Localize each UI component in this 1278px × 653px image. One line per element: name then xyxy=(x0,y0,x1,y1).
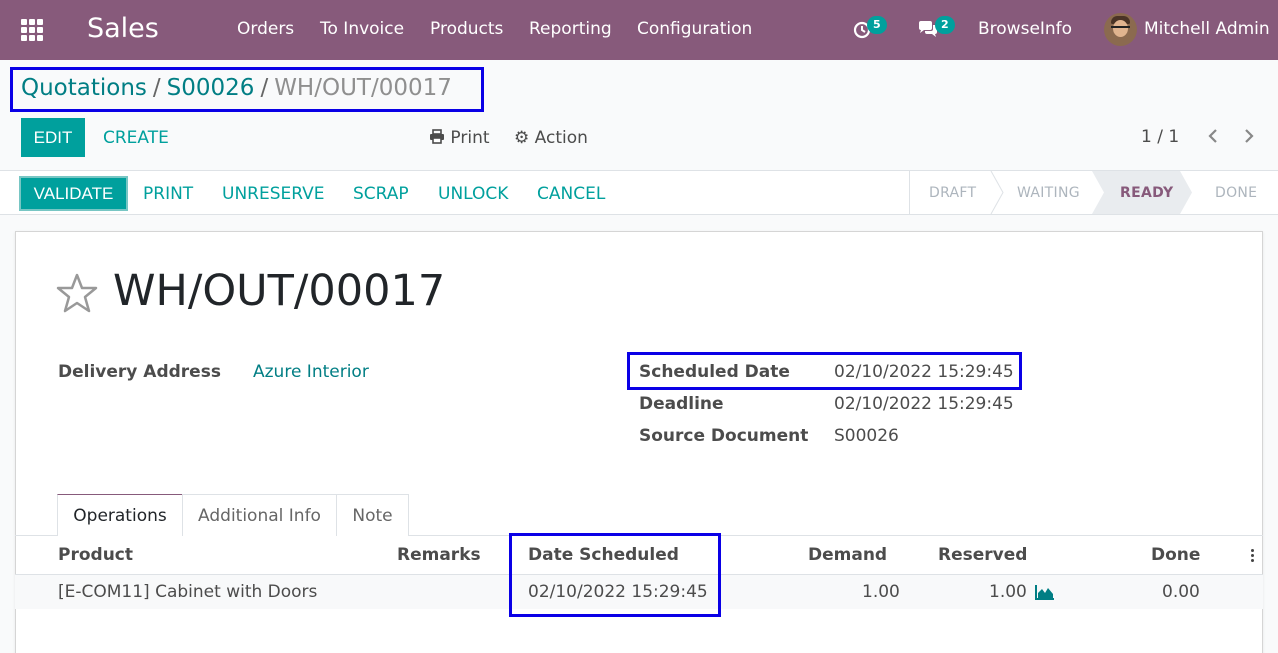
tab-additional-info[interactable]: Additional Info xyxy=(182,494,337,536)
tab-note[interactable]: Note xyxy=(336,494,409,536)
status-steps: DRAFT WAITING READY DONE xyxy=(909,171,1278,214)
breadcrumb-separator: / xyxy=(152,75,161,101)
column-header-product[interactable]: Product xyxy=(58,545,133,565)
user-avatar[interactable] xyxy=(1104,13,1137,46)
step-divider xyxy=(990,171,1004,214)
breadcrumb: Quotations / S00026/WH/OUT/00017 xyxy=(21,75,452,101)
forecast-chart-icon[interactable] xyxy=(1035,584,1055,600)
cell-date-scheduled: 02/10/2022 15:29:45 xyxy=(528,582,708,602)
action-label: Action xyxy=(534,128,588,148)
print-button[interactable]: PRINT xyxy=(143,184,193,204)
messages-count-badge: 2 xyxy=(935,16,955,34)
record-title: WH/OUT/00017 xyxy=(113,266,446,316)
scrap-button[interactable]: SCRAP xyxy=(353,184,409,204)
scheduled-date-value: 02/10/2022 15:29:45 xyxy=(834,362,1014,382)
pager-previous-icon[interactable] xyxy=(1207,127,1219,150)
deadline-label: Deadline xyxy=(639,394,724,414)
status-draft: DRAFT xyxy=(929,185,977,201)
print-label: Print xyxy=(450,128,490,148)
column-header-done[interactable]: Done xyxy=(1151,545,1200,565)
menu-reporting[interactable]: Reporting xyxy=(529,19,612,39)
pager-next-icon[interactable] xyxy=(1243,127,1255,150)
cell-reserved: 1.00 xyxy=(989,582,1027,602)
cell-product: [E-COM11] Cabinet with Doors xyxy=(58,582,318,602)
menu-to-invoice[interactable]: To Invoice xyxy=(320,19,404,39)
menu-orders[interactable]: Orders xyxy=(237,19,294,39)
tab-operations[interactable]: Operations xyxy=(57,494,183,536)
source-document-label: Source Document xyxy=(639,426,809,446)
app-name[interactable]: Sales xyxy=(87,13,159,44)
edit-button[interactable]: EDIT xyxy=(21,118,85,157)
delivery-address-link[interactable]: Azure Interior xyxy=(253,362,369,382)
cell-demand: 1.00 xyxy=(862,582,900,602)
status-done: DONE xyxy=(1215,185,1258,201)
scheduled-date-label: Scheduled Date xyxy=(639,362,790,382)
gear-icon: ⚙ xyxy=(514,128,530,148)
status-waiting: WAITING xyxy=(1017,185,1080,201)
column-header-demand[interactable]: Demand xyxy=(808,545,887,565)
delivery-address-label: Delivery Address xyxy=(58,362,221,382)
top-navbar: Sales Orders To Invoice Products Reporti… xyxy=(0,0,1278,60)
favorite-star-icon[interactable] xyxy=(56,272,98,314)
optional-columns-icon[interactable] xyxy=(1251,549,1255,563)
cancel-button[interactable]: CANCEL xyxy=(537,184,605,204)
cell-done: 0.00 xyxy=(1162,582,1200,602)
column-header-reserved[interactable]: Reserved xyxy=(938,545,1027,565)
breadcrumb-separator: / xyxy=(260,75,269,101)
unlock-button[interactable]: UNLOCK xyxy=(438,184,508,204)
apps-menu-icon[interactable] xyxy=(21,19,43,41)
pager-value[interactable]: 1 / 1 xyxy=(1141,127,1179,147)
create-button[interactable]: CREATE xyxy=(103,128,169,148)
activity-count-badge: 5 xyxy=(867,16,887,34)
action-dropdown[interactable]: ⚙ Action xyxy=(514,128,588,148)
user-menu[interactable]: Mitchell Admin xyxy=(1144,19,1270,39)
menu-products[interactable]: Products xyxy=(430,19,503,39)
print-dropdown[interactable]: Print xyxy=(429,128,490,148)
column-header-remarks[interactable]: Remarks xyxy=(397,545,481,565)
breadcrumb-quotations[interactable]: Quotations xyxy=(21,75,147,101)
breadcrumb-current: WH/OUT/00017 xyxy=(274,75,452,101)
menu-configuration[interactable]: Configuration xyxy=(637,19,752,39)
validate-button[interactable]: VALIDATE xyxy=(19,176,128,211)
form-statusbar: VALIDATE PRINT UNRESERVE SCRAP UNLOCK CA… xyxy=(0,170,1278,215)
source-document-value: S00026 xyxy=(834,426,899,446)
status-ready: READY xyxy=(1120,185,1174,201)
company-switcher[interactable]: BrowseInfo xyxy=(978,19,1072,39)
unreserve-button[interactable]: UNRESERVE xyxy=(222,184,325,204)
breadcrumb-sale-order[interactable]: S00026 xyxy=(167,75,255,101)
printer-icon xyxy=(430,129,444,144)
column-header-date-scheduled[interactable]: Date Scheduled xyxy=(528,545,679,565)
activity-clock-icon[interactable]: 5 xyxy=(853,16,887,44)
deadline-value: 02/10/2022 15:29:45 xyxy=(834,394,1014,414)
messages-chat-icon[interactable]: 2 xyxy=(917,16,955,44)
